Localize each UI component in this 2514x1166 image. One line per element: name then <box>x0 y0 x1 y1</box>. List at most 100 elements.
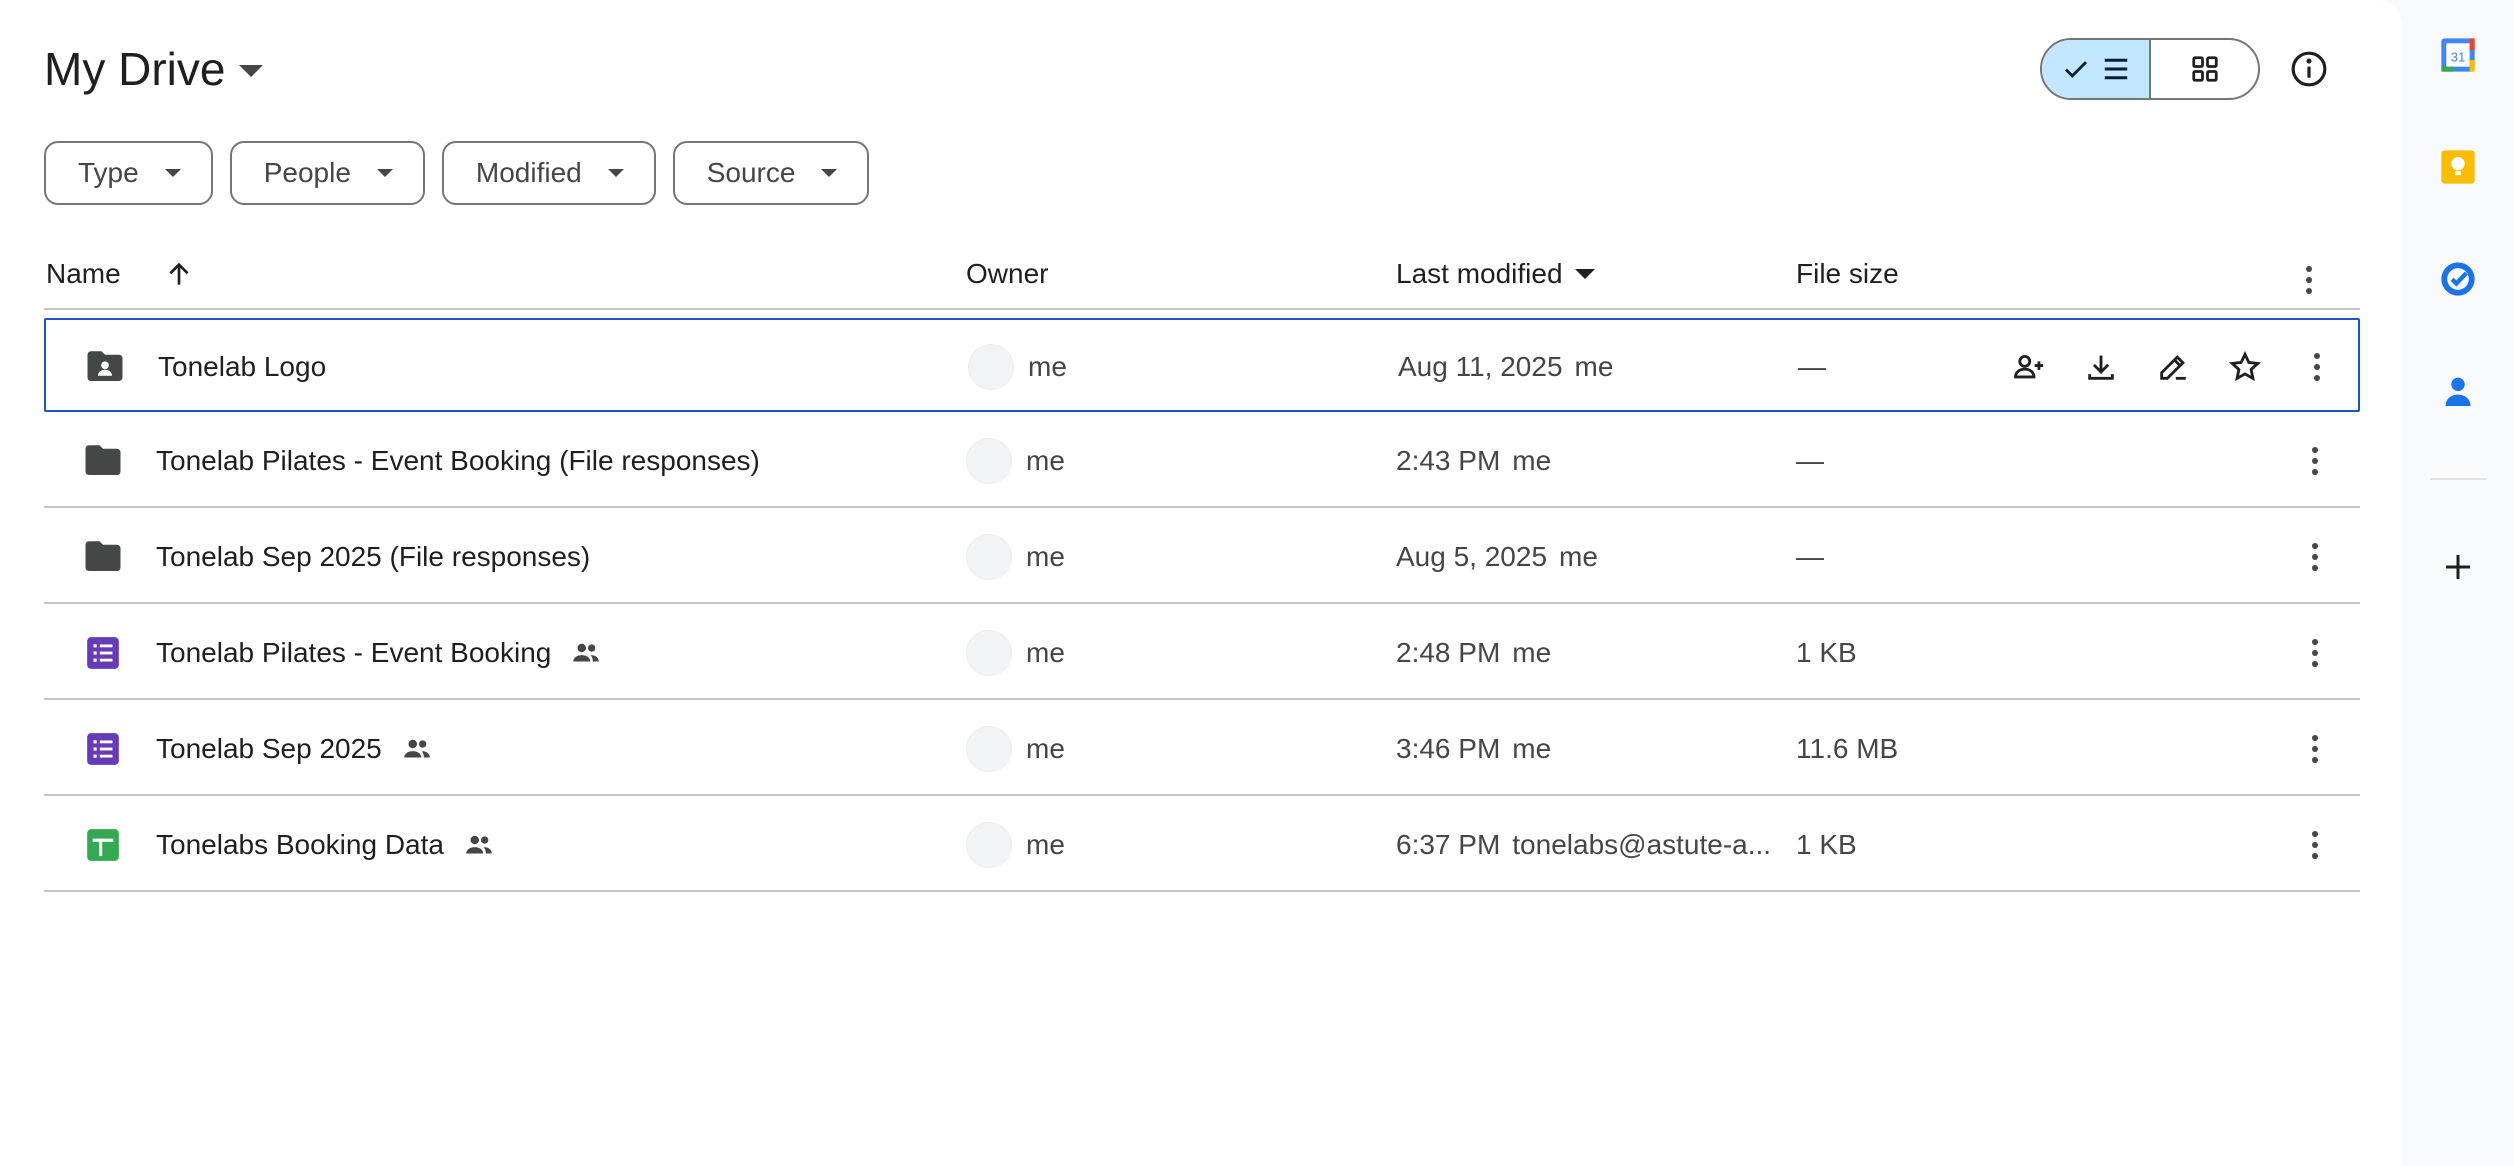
list-icon <box>2104 58 2127 80</box>
table-row[interactable]: Tonelab Sep 2025 me 3:46 PM me 11.6 MB <box>44 702 2360 796</box>
owner-cell: me <box>966 702 1065 796</box>
chip-label: Type <box>78 157 139 188</box>
sort-dropdown-icon[interactable] <box>1574 269 1595 279</box>
more-vert-icon <box>2312 543 2318 571</box>
file-name[interactable]: Tonelab Pilates - Event Booking (File re… <box>156 414 760 508</box>
star-button[interactable] <box>2218 340 2272 394</box>
type-filter-chip[interactable]: Type <box>44 141 213 205</box>
list-view-button[interactable] <box>2042 40 2151 98</box>
download-icon <box>2088 355 2114 380</box>
star-icon <box>2228 350 2262 382</box>
contacts-app-button[interactable] <box>2431 364 2485 418</box>
more-vert-icon <box>2312 735 2318 763</box>
name-column-header[interactable]: Name <box>46 258 195 290</box>
page-title: My Drive <box>44 43 226 95</box>
owner-column-header: Owner <box>966 258 1048 290</box>
file-name[interactable]: Tonelab Sep 2025 <box>156 702 434 796</box>
file-size-text: 1 KB <box>1796 829 1857 860</box>
file-name-text: Tonelab Pilates - Event Booking <box>156 637 552 668</box>
file-size-cell: 1 KB <box>1796 606 1857 700</box>
folder-icon <box>80 414 126 508</box>
people-filter-chip[interactable]: People <box>229 141 425 205</box>
modified-by: me <box>1574 351 1614 382</box>
file-name[interactable]: Tonelab Logo <box>158 320 326 414</box>
download-button[interactable] <box>2074 340 2128 394</box>
chip-label: People <box>263 157 351 188</box>
calendar-date-label: 31 <box>2451 50 2466 65</box>
chip-label: Modified <box>475 157 582 188</box>
google-sheets-icon <box>80 798 126 892</box>
get-add-ons-button[interactable] <box>2431 540 2485 594</box>
more-actions-button[interactable] <box>2292 702 2338 796</box>
checkmark-icon <box>2064 61 2087 78</box>
last-modified-cell: 2:48 PM me <box>1396 606 1551 700</box>
last-modified-cell: 6:37 PM tonelabs@astute-a... <box>1396 798 1771 892</box>
file-size-cell: 11.6 MB <box>1796 702 1898 796</box>
keep-app-button[interactable] <box>2431 140 2485 194</box>
contacts-icon <box>2445 377 2471 406</box>
shared-people-icon <box>466 835 492 854</box>
my-drive-title-menu[interactable]: My Drive <box>44 36 264 102</box>
owner-text: me <box>1026 733 1065 764</box>
table-row[interactable]: Tonelab Logo me Aug 11, 2025 me — <box>44 318 2360 412</box>
calendar-icon: 31 <box>2441 38 2475 72</box>
table-row[interactable]: Tonelab Pilates - Event Booking me 2:48 … <box>44 606 2360 700</box>
info-icon <box>2291 51 2327 87</box>
more-actions-button[interactable] <box>2292 798 2338 892</box>
owner-text: me <box>1026 829 1065 860</box>
table-row[interactable]: Tonelab Pilates - Event Booking (File re… <box>44 414 2360 508</box>
file-name[interactable]: Tonelabs Booking Data <box>156 798 496 892</box>
caret-down-icon <box>239 65 264 77</box>
avatar <box>966 534 1012 580</box>
dropdown-arrow-icon <box>607 169 624 177</box>
share-button[interactable] <box>2002 340 2056 394</box>
column-options-button[interactable] <box>2306 266 2312 294</box>
modified-date: 3:46 PM <box>1396 733 1501 764</box>
owner-text: me <box>1026 445 1065 476</box>
last-modified-cell: 3:46 PM me <box>1396 702 1551 796</box>
column-label: Last modified <box>1396 258 1563 289</box>
modified-filter-chip[interactable]: Modified <box>441 141 656 205</box>
more-vert-icon <box>2314 353 2320 381</box>
modified-by: me <box>1512 733 1552 764</box>
sort-ascending-icon[interactable] <box>163 258 195 290</box>
row-quick-actions <box>2002 320 2272 414</box>
table-row[interactable]: Tonelab Sep 2025 (File responses) me Aug… <box>44 510 2360 604</box>
more-vert-icon <box>2312 639 2318 667</box>
last-modified-column-header[interactable]: Last modified <box>1396 258 1595 290</box>
shared-people-icon <box>573 643 600 662</box>
calendar-app-button[interactable]: 31 <box>2431 28 2485 82</box>
file-size-cell: — <box>1796 510 1824 604</box>
tasks-app-button[interactable] <box>2431 252 2485 306</box>
shared-folder-icon <box>82 320 128 414</box>
drive-main-panel: My Drive Type People Modified Source Nam… <box>0 0 2402 1166</box>
file-name[interactable]: Tonelab Pilates - Event Booking <box>156 606 603 700</box>
keep-icon <box>2441 150 2475 184</box>
source-filter-chip[interactable]: Source <box>672 141 870 205</box>
dropdown-arrow-icon <box>821 169 838 177</box>
table-row[interactable]: Tonelabs Booking Data me 6:37 PM tonelabs… <box>44 798 2360 892</box>
grid-view-button[interactable] <box>2151 40 2258 98</box>
google-forms-icon <box>80 702 126 796</box>
more-actions-button[interactable] <box>2292 606 2338 700</box>
dropdown-arrow-icon <box>164 169 181 177</box>
more-actions-button[interactable] <box>2292 510 2338 604</box>
more-vert-icon <box>2312 447 2318 475</box>
tasks-icon <box>2441 262 2475 296</box>
rename-button[interactable] <box>2146 340 2200 394</box>
owner-text: me <box>1026 637 1065 668</box>
modified-date: Aug 11, 2025 <box>1398 351 1563 382</box>
more-actions-button[interactable] <box>2292 414 2338 508</box>
details-info-button[interactable] <box>2286 46 2332 92</box>
file-size-text: 11.6 MB <box>1796 733 1899 764</box>
shared-people-icon <box>404 739 430 758</box>
file-name[interactable]: Tonelab Sep 2025 (File responses) <box>156 510 590 604</box>
file-name-text: Tonelab Sep 2025 <box>156 733 382 764</box>
view-toggle <box>2040 38 2260 100</box>
more-actions-button[interactable] <box>2294 320 2340 414</box>
last-modified-cell: 2:43 PM me <box>1396 414 1551 508</box>
modified-date: Aug 5, 2025 <box>1396 541 1548 572</box>
more-vert-icon <box>2312 831 2318 859</box>
person-add-icon <box>2014 354 2044 379</box>
file-size-text: — <box>1796 445 1824 476</box>
